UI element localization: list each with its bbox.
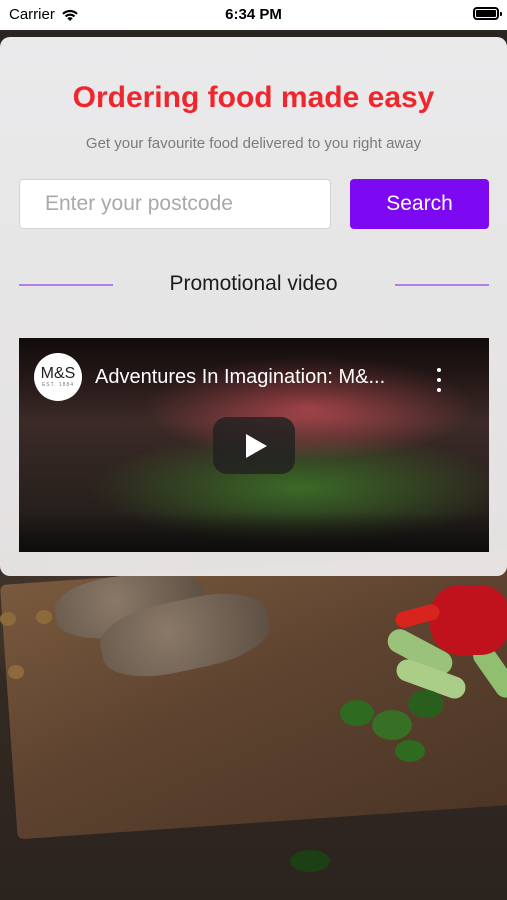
channel-logo-sub: EST. 1884: [41, 382, 75, 388]
parsley-leaf: [340, 700, 374, 726]
search-button[interactable]: Search: [350, 179, 489, 229]
menu-dot: [437, 378, 441, 382]
parsley-leaf: [372, 710, 412, 740]
video-player[interactable]: M&S EST. 1884 Adventures In Imagination:…: [19, 338, 489, 552]
search-card: Ordering food made easy Get your favouri…: [0, 37, 507, 576]
parsley-leaf: [395, 740, 425, 762]
hazelnut: [0, 612, 16, 626]
channel-avatar[interactable]: M&S EST. 1884: [34, 353, 82, 401]
video-title[interactable]: Adventures In Imagination: M&...: [95, 366, 385, 389]
parsley-leaf: [290, 850, 330, 872]
divider-right: [395, 284, 489, 286]
parsley-leaf: [408, 690, 444, 718]
headline: Ordering food made easy: [72, 81, 435, 114]
hazelnut: [8, 665, 24, 679]
red-pepper: [430, 585, 507, 655]
menu-dot: [437, 388, 441, 392]
battery-icon: [473, 7, 502, 20]
menu-dot: [437, 368, 441, 372]
hazelnut: [36, 610, 52, 624]
channel-logo-text: M&S: [40, 365, 76, 382]
more-vertical-icon[interactable]: [429, 368, 449, 392]
play-icon[interactable]: [213, 417, 295, 474]
postcode-input[interactable]: [19, 179, 331, 229]
clock: 6:34 PM: [225, 6, 282, 23]
status-bar: Carrier 6:34 PM: [0, 0, 507, 30]
subheadline: Get your favourite food delivered to you…: [85, 135, 422, 152]
